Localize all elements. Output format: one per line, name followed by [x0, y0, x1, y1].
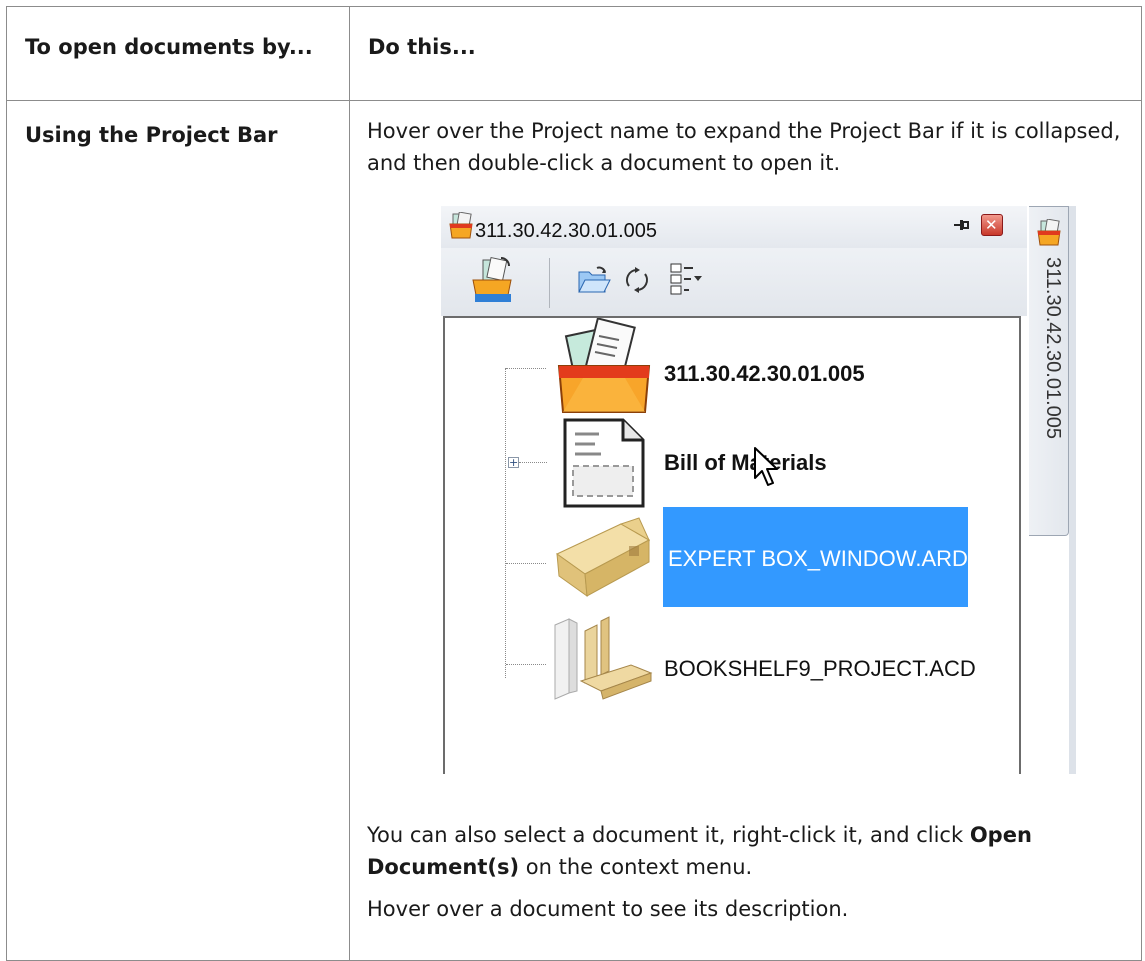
tree-line	[505, 368, 506, 678]
bookshelf-icon	[554, 616, 653, 700]
view-options-icon[interactable]	[669, 262, 703, 296]
tree-line	[519, 462, 547, 463]
instructions-table: To open documents by... Do this... Using…	[6, 6, 1142, 961]
side-strip	[1069, 206, 1076, 774]
close-button[interactable]: ✕	[981, 214, 1003, 236]
project-box-icon	[1037, 219, 1061, 246]
context-menu-text-before: You can also select a document it, right…	[367, 823, 970, 847]
header-do-this: Do this...	[349, 6, 1142, 101]
project-box-icon	[557, 318, 651, 413]
header-open-by: To open documents by...	[6, 6, 350, 101]
expand-bom-button[interactable]: +	[508, 457, 519, 468]
project-bar-title: 311.30.42.30.01.005	[475, 220, 658, 242]
tree-item-bom-label[interactable]: Bill of Materials	[664, 447, 827, 479]
project-box-icon	[449, 212, 473, 239]
row-instructions: Hover over the Project name to expand th…	[349, 100, 1142, 961]
project-bar-toolbar	[441, 248, 1027, 316]
intro-text: Hover over the Project name to expand th…	[367, 119, 1121, 175]
row-label: Using the Project Bar	[6, 100, 350, 961]
bill-of-materials-icon	[563, 418, 645, 508]
project-bar-side-tab[interactable]: 311.30.42.30.01.005	[1029, 206, 1069, 536]
table-row: Using the Project Bar Hover over the Pro…	[6, 100, 1142, 961]
tree-item-selected[interactable]: EXPERT BOX_WINDOW.ARD	[663, 507, 968, 607]
project-bar-screenshot: 311.30.42.30.01.005 ✕ + 311.30.42.30.01.…	[437, 206, 1076, 774]
box-3d-icon	[556, 517, 651, 598]
tree-item-project-label[interactable]: 311.30.42.30.01.005	[664, 358, 865, 390]
toolbar-separator	[549, 258, 550, 308]
context-menu-text-after: on the context menu.	[519, 855, 753, 879]
project-bar-titlebar: 311.30.42.30.01.005 ✕	[441, 206, 1027, 248]
side-tab-label: 311.30.42.30.01.005	[1042, 257, 1064, 440]
mouse-cursor-icon	[754, 447, 778, 486]
tree-line	[506, 368, 546, 369]
tree-item-bookshelf-label[interactable]: BOOKSHELF9_PROJECT.ACD	[664, 653, 976, 685]
folder-open-icon[interactable]	[577, 264, 611, 296]
hover-note: Hover over a document to see its descrip…	[367, 897, 849, 921]
tree-line	[506, 563, 546, 564]
close-icon: ✕	[985, 216, 998, 234]
project-open-icon[interactable]	[471, 256, 515, 304]
pin-icon[interactable]	[953, 217, 969, 233]
refresh-icon[interactable]	[623, 266, 651, 294]
context-menu-text: You can also select a document it, right…	[367, 819, 1133, 883]
tree-item-expert-box-label[interactable]: EXPERT BOX_WINDOW.ARD	[668, 543, 968, 575]
header-row: To open documents by... Do this...	[6, 6, 1142, 101]
project-tree: + 311.30.42.30.01.005 Bill of Materials …	[443, 316, 1021, 774]
tree-line	[506, 664, 546, 665]
